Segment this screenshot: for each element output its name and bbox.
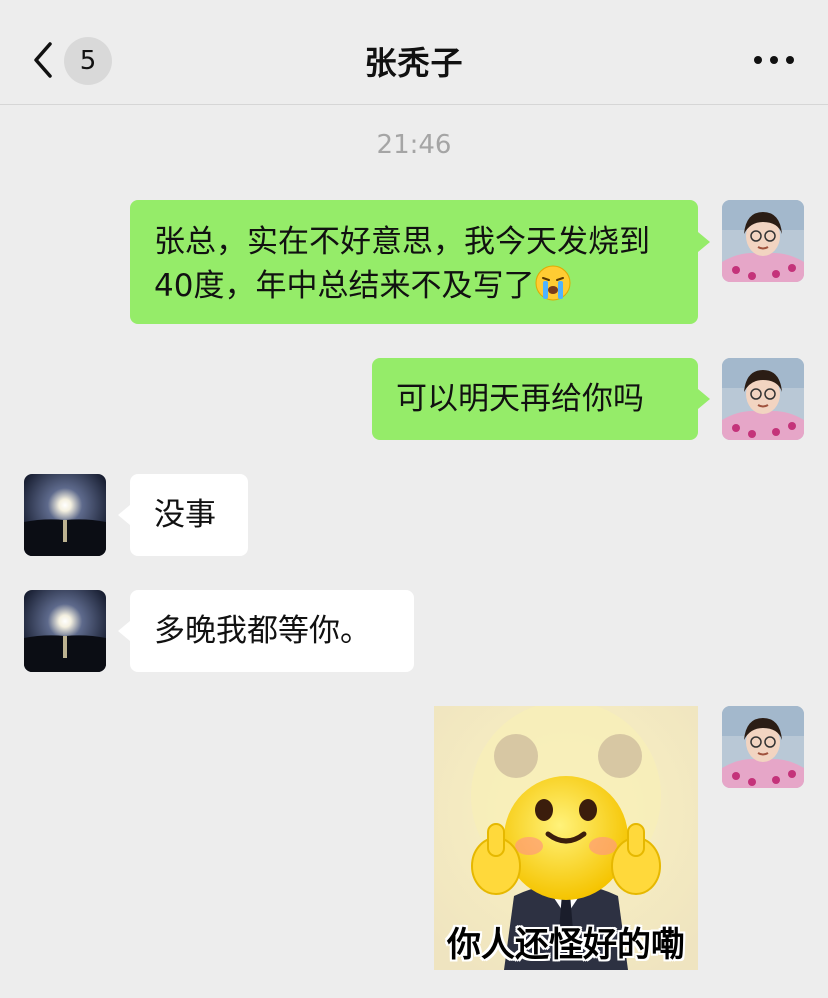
contact-avatar[interactable] <box>24 474 106 556</box>
message-timestamp: 21:46 <box>376 130 452 160</box>
message-text: 没事 <box>154 497 216 533</box>
more-dots-icon[interactable] <box>754 52 794 68</box>
bubble-tail <box>698 232 710 252</box>
chat-title: 张秃子 <box>364 44 464 82</box>
received-message-bubble[interactable]: 没事 <box>130 474 248 556</box>
message-text: 多晚我都等你。 <box>154 613 371 649</box>
sent-message-bubble[interactable]: 可以明天再给你吗 <box>372 358 698 440</box>
chat-header: 5 张秃子 <box>0 0 828 105</box>
received-message-bubble[interactable]: 多晚我都等你。 <box>130 590 414 672</box>
sticker-image[interactable]: 你人还怪好的嘞 <box>434 706 698 970</box>
sticker-caption: 你人还怪好的嘞 <box>447 925 685 965</box>
bubble-tail <box>118 505 130 525</box>
contact-avatar[interactable] <box>24 590 106 672</box>
message-text: 张总，实在不好意思，我今天发烧到40度，年中总结来不及写了 <box>154 224 650 304</box>
my-avatar[interactable] <box>722 200 804 282</box>
my-avatar[interactable] <box>722 706 804 788</box>
bubble-tail <box>118 621 130 641</box>
sent-message-bubble[interactable]: 张总，实在不好意思，我今天发烧到40度，年中总结来不及写了 <box>130 200 698 324</box>
crying-face-emoji <box>535 265 571 301</box>
bubble-tail <box>698 389 710 409</box>
message-text: 可以明天再给你吗 <box>396 381 644 417</box>
my-avatar[interactable] <box>722 358 804 440</box>
